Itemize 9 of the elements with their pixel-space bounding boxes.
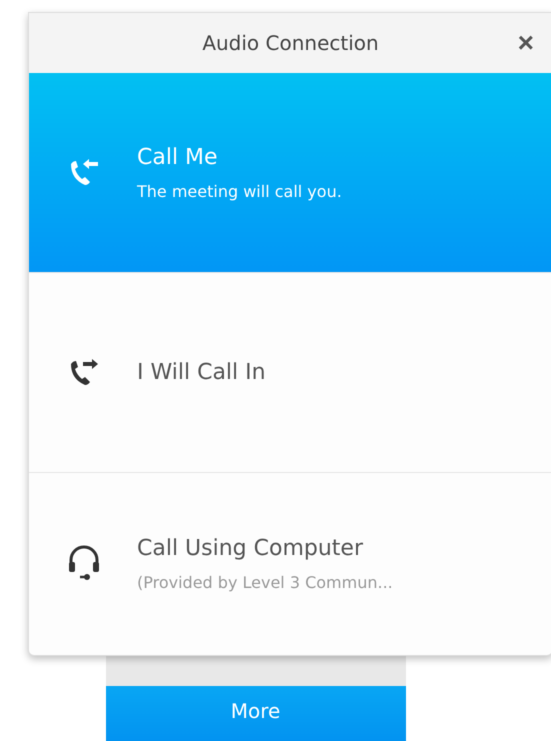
option-title: Call Me [137, 144, 219, 170]
option-title: Call Using Computer [137, 536, 364, 561]
option-description: The meeting will call you. [137, 182, 342, 200]
popup-title: Audio Connection [202, 31, 379, 55]
option-title: I Will Call In [137, 360, 266, 385]
close-button[interactable]: × [518, 29, 534, 57]
option-description: (Provided by Level 3 Commun... [137, 573, 393, 592]
audio-option[interactable]: I Will Call In [29, 273, 551, 473]
audio-option[interactable]: Call Using Computer (Provided by Level 3 Commun... [29, 473, 551, 655]
